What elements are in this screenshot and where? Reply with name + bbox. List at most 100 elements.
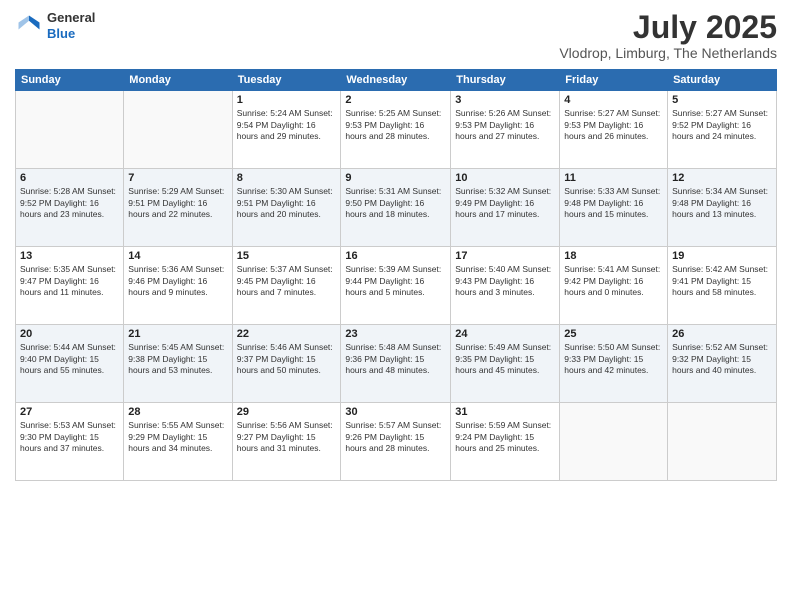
day-number: 27 — [20, 406, 119, 418]
weekday-header-wednesday: Wednesday — [341, 70, 451, 91]
calendar-cell: 12Sunrise: 5:34 AM Sunset: 9:48 PM Dayli… — [668, 169, 777, 247]
calendar-cell: 31Sunrise: 5:59 AM Sunset: 9:24 PM Dayli… — [451, 403, 560, 481]
calendar-cell — [560, 403, 668, 481]
calendar-cell — [668, 403, 777, 481]
weekday-header-monday: Monday — [124, 70, 232, 91]
day-number: 26 — [672, 328, 772, 340]
calendar-cell: 11Sunrise: 5:33 AM Sunset: 9:48 PM Dayli… — [560, 169, 668, 247]
day-detail: Sunrise: 5:50 AM Sunset: 9:33 PM Dayligh… — [564, 342, 663, 376]
calendar-cell: 8 Sunrise: 5:30 AM Sunset: 9:51 PM Daylig… — [232, 169, 341, 247]
day-number: 18 — [564, 250, 663, 262]
day-number: 29 — [237, 406, 337, 418]
day-detail: Sunrise: 5:27 AM Sunset: 9:53 PM Dayligh… — [564, 108, 663, 142]
month-year-title: July 2025 — [559, 10, 777, 45]
day-detail: Sunrise: 5:37 AM Sunset: 9:45 PM Dayligh… — [237, 264, 337, 298]
day-number: 7 — [128, 172, 227, 184]
day-number: 2 — [345, 94, 446, 106]
day-detail: Sunrise: 5:57 AM Sunset: 9:26 PM Dayligh… — [345, 420, 446, 454]
location-subtitle: Vlodrop, Limburg, The Netherlands — [559, 45, 777, 61]
day-detail: Sunrise: 5:36 AM Sunset: 9:46 PM Dayligh… — [128, 264, 227, 298]
day-detail: Sunrise: 5:41 AM Sunset: 9:42 PM Dayligh… — [564, 264, 663, 298]
weekday-header-tuesday: Tuesday — [232, 70, 341, 91]
day-detail: Sunrise: 5:46 AM Sunset: 9:37 PM Dayligh… — [237, 342, 337, 376]
calendar-cell — [124, 91, 232, 169]
day-number: 24 — [455, 328, 555, 340]
day-number: 28 — [128, 406, 227, 418]
logo-text: General Blue — [47, 10, 95, 41]
day-detail: Sunrise: 5:28 AM Sunset: 9:52 PM Dayligh… — [20, 186, 119, 220]
day-number: 22 — [237, 328, 337, 340]
calendar-cell: 26 Sunrise: 5:52 AM Sunset: 9:32 PM Dayli… — [668, 325, 777, 403]
day-detail: Sunrise: 5:25 AM Sunset: 9:53 PM Dayligh… — [345, 108, 446, 142]
day-detail: Sunrise: 5:49 AM Sunset: 9:35 PM Dayligh… — [455, 342, 555, 376]
calendar-week-row: 20Sunrise: 5:44 AM Sunset: 9:40 PM Dayli… — [16, 325, 777, 403]
day-number: 3 — [455, 94, 555, 106]
calendar-cell: 2 Sunrise: 5:25 AM Sunset: 9:53 PM Daylig… — [341, 91, 451, 169]
calendar-week-row: 6 Sunrise: 5:28 AM Sunset: 9:52 PM Daylig… — [16, 169, 777, 247]
day-detail: Sunrise: 5:24 AM Sunset: 9:54 PM Dayligh… — [237, 108, 337, 142]
day-number: 20 — [20, 328, 119, 340]
day-number: 13 — [20, 250, 119, 262]
weekday-header-thursday: Thursday — [451, 70, 560, 91]
day-number: 23 — [345, 328, 446, 340]
day-number: 14 — [128, 250, 227, 262]
day-number: 9 — [345, 172, 446, 184]
calendar-cell: 1 Sunrise: 5:24 AM Sunset: 9:54 PM Daylig… — [232, 91, 341, 169]
day-detail: Sunrise: 5:35 AM Sunset: 9:47 PM Dayligh… — [20, 264, 119, 298]
calendar-cell: 18 Sunrise: 5:41 AM Sunset: 9:42 PM Dayli… — [560, 247, 668, 325]
day-number: 21 — [128, 328, 227, 340]
day-number: 15 — [237, 250, 337, 262]
day-detail: Sunrise: 5:31 AM Sunset: 9:50 PM Dayligh… — [345, 186, 446, 220]
day-detail: Sunrise: 5:39 AM Sunset: 9:44 PM Dayligh… — [345, 264, 446, 298]
calendar-cell: 14 Sunrise: 5:36 AM Sunset: 9:46 PM Dayli… — [124, 247, 232, 325]
calendar-week-row: 1 Sunrise: 5:24 AM Sunset: 9:54 PM Daylig… — [16, 91, 777, 169]
day-detail: Sunrise: 5:55 AM Sunset: 9:29 PM Dayligh… — [128, 420, 227, 454]
calendar-table: SundayMondayTuesdayWednesdayThursdayFrid… — [15, 69, 777, 481]
day-detail: Sunrise: 5:42 AM Sunset: 9:41 PM Dayligh… — [672, 264, 772, 298]
calendar-cell: 15 Sunrise: 5:37 AM Sunset: 9:45 PM Dayli… — [232, 247, 341, 325]
calendar-cell: 9 Sunrise: 5:31 AM Sunset: 9:50 PM Daylig… — [341, 169, 451, 247]
weekday-header-friday: Friday — [560, 70, 668, 91]
calendar-cell: 28 Sunrise: 5:55 AM Sunset: 9:29 PM Dayli… — [124, 403, 232, 481]
calendar-cell: 6 Sunrise: 5:28 AM Sunset: 9:52 PM Daylig… — [16, 169, 124, 247]
day-number: 16 — [345, 250, 446, 262]
weekday-header-sunday: Sunday — [16, 70, 124, 91]
day-detail: Sunrise: 5:40 AM Sunset: 9:43 PM Dayligh… — [455, 264, 555, 298]
calendar-cell: 21 Sunrise: 5:45 AM Sunset: 9:38 PM Dayli… — [124, 325, 232, 403]
day-detail: Sunrise: 5:56 AM Sunset: 9:27 PM Dayligh… — [237, 420, 337, 454]
day-number: 10 — [455, 172, 555, 184]
calendar-page: General Blue July 2025 Vlodrop, Limburg,… — [0, 0, 792, 612]
calendar-cell: 4Sunrise: 5:27 AM Sunset: 9:53 PM Daylig… — [560, 91, 668, 169]
logo: General Blue — [15, 10, 95, 41]
logo-icon — [15, 12, 43, 40]
day-number: 12 — [672, 172, 772, 184]
day-number: 30 — [345, 406, 446, 418]
day-number: 5 — [672, 94, 772, 106]
weekday-header-row: SundayMondayTuesdayWednesdayThursdayFrid… — [16, 70, 777, 91]
calendar-cell: 23 Sunrise: 5:48 AM Sunset: 9:36 PM Dayli… — [341, 325, 451, 403]
calendar-cell: 13 Sunrise: 5:35 AM Sunset: 9:47 PM Dayli… — [16, 247, 124, 325]
calendar-header: SundayMondayTuesdayWednesdayThursdayFrid… — [16, 70, 777, 91]
calendar-cell: 25Sunrise: 5:50 AM Sunset: 9:33 PM Dayli… — [560, 325, 668, 403]
calendar-body: 1 Sunrise: 5:24 AM Sunset: 9:54 PM Daylig… — [16, 91, 777, 481]
calendar-cell: 17Sunrise: 5:40 AM Sunset: 9:43 PM Dayli… — [451, 247, 560, 325]
day-number: 11 — [564, 172, 663, 184]
calendar-cell: 3 Sunrise: 5:26 AM Sunset: 9:53 PM Daylig… — [451, 91, 560, 169]
day-detail: Sunrise: 5:48 AM Sunset: 9:36 PM Dayligh… — [345, 342, 446, 376]
day-detail: Sunrise: 5:45 AM Sunset: 9:38 PM Dayligh… — [128, 342, 227, 376]
day-detail: Sunrise: 5:27 AM Sunset: 9:52 PM Dayligh… — [672, 108, 772, 142]
calendar-cell: 22 Sunrise: 5:46 AM Sunset: 9:37 PM Dayli… — [232, 325, 341, 403]
day-detail: Sunrise: 5:30 AM Sunset: 9:51 PM Dayligh… — [237, 186, 337, 220]
calendar-cell: 24 Sunrise: 5:49 AM Sunset: 9:35 PM Dayli… — [451, 325, 560, 403]
page-header: General Blue July 2025 Vlodrop, Limburg,… — [15, 10, 777, 61]
calendar-cell: 27Sunrise: 5:53 AM Sunset: 9:30 PM Dayli… — [16, 403, 124, 481]
day-detail: Sunrise: 5:26 AM Sunset: 9:53 PM Dayligh… — [455, 108, 555, 142]
day-number: 6 — [20, 172, 119, 184]
calendar-cell: 10Sunrise: 5:32 AM Sunset: 9:49 PM Dayli… — [451, 169, 560, 247]
day-number: 1 — [237, 94, 337, 106]
calendar-cell: 29 Sunrise: 5:56 AM Sunset: 9:27 PM Dayli… — [232, 403, 341, 481]
day-detail: Sunrise: 5:52 AM Sunset: 9:32 PM Dayligh… — [672, 342, 772, 376]
day-number: 8 — [237, 172, 337, 184]
calendar-cell: 16 Sunrise: 5:39 AM Sunset: 9:44 PM Dayli… — [341, 247, 451, 325]
calendar-week-row: 27Sunrise: 5:53 AM Sunset: 9:30 PM Dayli… — [16, 403, 777, 481]
